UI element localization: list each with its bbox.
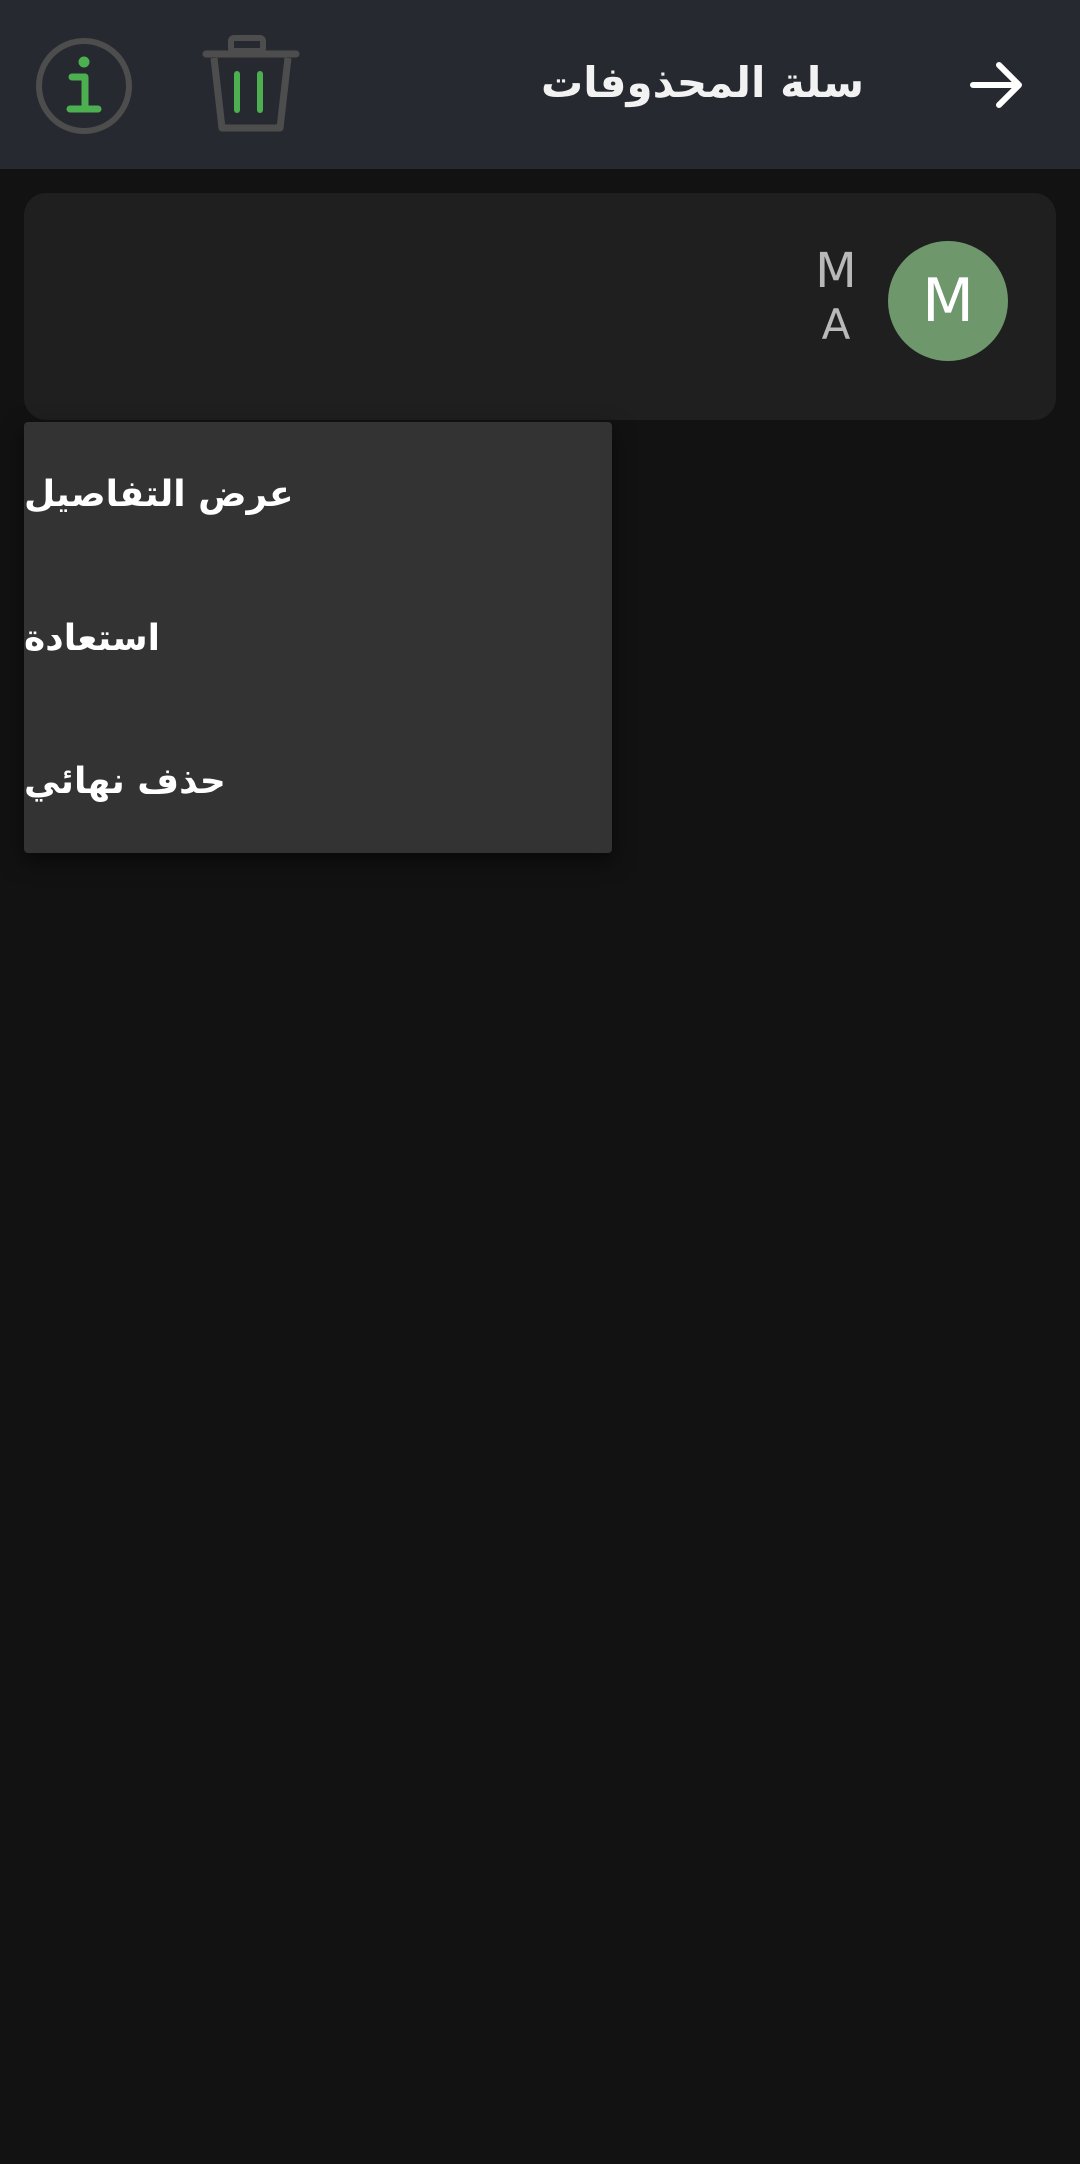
menu-item-label: استعادة [24, 617, 161, 659]
trash-icon [202, 35, 300, 132]
app-bar: سلة المحذوفات [0, 0, 1080, 169]
back-button[interactable] [956, 44, 1038, 126]
menu-item-restore[interactable]: استعادة [24, 566, 612, 710]
contact-initials: M A [806, 243, 866, 351]
page-title: سلة المحذوفات [541, 58, 864, 107]
deleted-contact-card[interactable]: M M A [24, 193, 1056, 420]
menu-item-delete-permanently[interactable]: حذف نهائي [24, 709, 612, 853]
avatar-letter: M [922, 266, 974, 336]
info-icon [36, 38, 132, 134]
menu-item-label: حذف نهائي [24, 760, 226, 802]
arrow-right-icon [970, 62, 1022, 108]
menu-item-view-details[interactable]: عرض التفاصيل [24, 422, 612, 566]
menu-item-label: عرض التفاصيل [24, 473, 294, 515]
avatar: M [888, 241, 1008, 361]
info-button[interactable] [34, 36, 134, 136]
contact-initial-primary: M [815, 243, 857, 299]
contact-initial-secondary: A [821, 300, 851, 349]
context-menu: عرض التفاصيل استعادة حذف نهائي [24, 422, 612, 853]
empty-trash-button[interactable] [198, 34, 304, 136]
